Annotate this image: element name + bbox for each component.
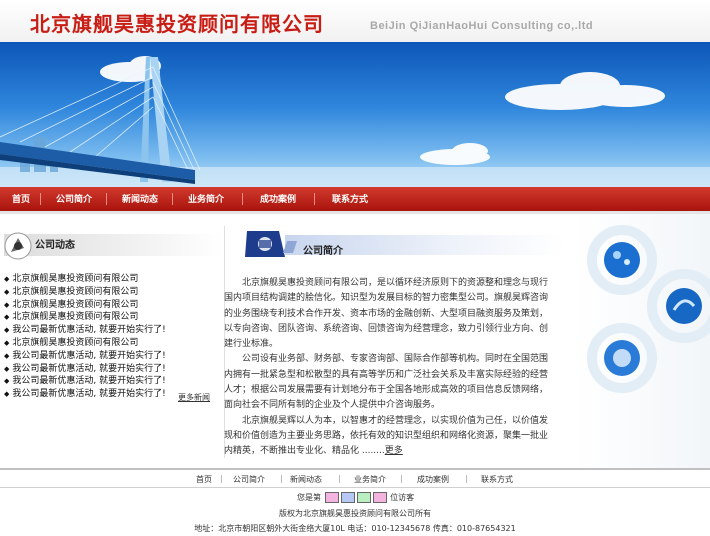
visitor-counter: 您是第 位访客: [297, 492, 414, 503]
footer-link-contact[interactable]: 联系方式: [481, 474, 513, 485]
bullet-icon: ◆: [4, 275, 10, 283]
nav-item-news[interactable]: 新闻动态: [122, 192, 158, 205]
more-news-link[interactable]: 更多新闻: [178, 392, 210, 403]
news-item-label: 我公司最新优惠活动, 就要开始实行了!: [12, 376, 166, 387]
news-item[interactable]: ◆ 北京旗舰昊惠投资顾问有限公司: [4, 284, 138, 297]
header: 北京旗舰昊惠投资顾问有限公司 BeiJin QiJianHaoHui Consu…: [0, 0, 710, 42]
bullet-icon: ◆: [4, 326, 10, 335]
bridge-sky-illustration: [0, 56, 710, 187]
bullet-icon: ◆: [4, 300, 10, 309]
footer-link-cases[interactable]: 成功案例: [417, 474, 449, 485]
about-paragraph: 公司设有业务部、财务部、专家咨询部、国际合作部等机构。同时在全国范围内拥有一批紧…: [224, 354, 549, 411]
footer-separator: |: [465, 474, 468, 483]
news-title: 公司动态: [35, 240, 75, 251]
news-item[interactable]: ◆ 我公司最新优惠活动, 就要开始实行了!: [4, 322, 166, 335]
bubble-decoration: [587, 225, 710, 393]
news-item-label: 北京旗舰昊惠投资顾问有限公司: [12, 286, 139, 297]
footer-separator: |: [220, 474, 223, 483]
news-item[interactable]: ◆ 北京旗舰昊惠投资顾问有限公司: [4, 271, 138, 284]
bullet-icon: ◆: [4, 390, 10, 399]
about-title: 公司简介: [303, 246, 343, 257]
nav-divider: [106, 193, 107, 205]
bullet-icon: ◆: [4, 339, 10, 347]
visitor-counter-suffix: 位访客: [390, 493, 415, 502]
news-item[interactable]: ◆ 北京旗舰昊惠投资顾问有限公司: [4, 297, 138, 310]
news-item[interactable]: ◆ 北京旗舰昊惠投资顾问有限公司: [4, 335, 138, 348]
footer-separator: |: [400, 474, 403, 483]
news-item-label: 北京旗舰昊惠投资顾问有限公司: [12, 312, 139, 323]
visitor-counter-prefix: 您是第: [297, 493, 321, 502]
bullet-icon: ◆: [4, 351, 10, 360]
counter-digit-icon: [356, 492, 371, 503]
news-item[interactable]: ◆ 北京旗舰昊惠投资顾问有限公司: [4, 309, 138, 322]
main-nav: 首页 公司简介 新闻动态 业务简介 成功案例 联系方式: [0, 187, 710, 211]
about-paragraph: 北京旗舰昊辉以人为本，以智惠才的经营理念，以实现价值为己任，以价值发现和价值创造…: [224, 414, 554, 460]
news-item-label: 北京旗舰昊惠投资顾问有限公司: [12, 338, 139, 348]
footer-link-news[interactable]: 新闻动态: [290, 474, 322, 485]
news-item-label: 我公司最新优惠活动, 就要开始实行了!: [12, 389, 166, 400]
company-logo-chinese[interactable]: 北京旗舰昊惠投资顾问有限公司: [30, 8, 324, 37]
footer-link-about[interactable]: 公司简介: [233, 474, 265, 485]
nav-item-home[interactable]: 首页: [12, 192, 30, 205]
company-logo-english: BeiJin QiJianHaoHui Consulting co,.ltd: [370, 20, 594, 32]
bullet-icon: ◆: [4, 377, 10, 386]
nav-item-contact[interactable]: 联系方式: [332, 192, 368, 205]
footer-divider: [0, 468, 710, 470]
news-item[interactable]: ◆ 我公司最新优惠活动, 就要开始实行了!: [4, 361, 166, 374]
news-item[interactable]: ◆ 我公司最新优惠活动, 就要开始实行了!: [4, 386, 166, 399]
counter-digit-icon: [324, 492, 339, 503]
about-paragraph: 北京旗舰昊惠投资顾问有限公司，是以循环经济原则下的资源整和理念与现行国内项目结构…: [224, 278, 549, 350]
counter-digit-icon: [372, 492, 387, 503]
banner-image: [0, 42, 710, 187]
nav-divider: [314, 193, 315, 205]
footer-nav: 首页 | 公司简介 | 新闻动态 | 业务简介 | 成功案例 | 联系方式: [0, 472, 710, 486]
bullet-icon: ◆: [4, 313, 10, 322]
nav-item-about[interactable]: 公司简介: [56, 192, 92, 205]
news-item-label: 北京旗舰昊惠投资顾问有限公司: [12, 274, 139, 284]
nav-divider: [172, 193, 173, 205]
copyright-text: 版权为北京旗舰昊惠投资顾问有限公司所有: [279, 509, 431, 518]
decorative-right-panel: [574, 214, 710, 468]
about-content: 北京旗舰昊惠投资顾问有限公司，是以循环经济原则下的资源整和理念与现行国内项目结构…: [224, 276, 554, 460]
footer-separator: |: [280, 474, 283, 483]
footer-link-business[interactable]: 业务简介: [354, 474, 386, 485]
footer-separator: |: [338, 474, 341, 483]
counter-digit-icon: [340, 492, 355, 503]
address-text: 地址：北京市朝阳区朝外大街金络大厦10L 电话：010-12345678 传真：…: [194, 524, 516, 533]
bullet-icon: ◆: [4, 287, 10, 296]
news-item[interactable]: ◆ 我公司最新优惠活动, 就要开始实行了!: [4, 348, 166, 361]
footer-divider: [0, 487, 710, 488]
page: 北京旗舰昊惠投资顾问有限公司 BeiJin QiJianHaoHui Consu…: [0, 0, 710, 536]
footer-link-home[interactable]: 首页: [196, 474, 212, 485]
nav-item-business[interactable]: 业务简介: [188, 192, 224, 205]
nav-divider: [40, 193, 41, 205]
news-item-label: 我公司最新优惠活动, 就要开始实行了!: [12, 363, 166, 374]
nav-item-cases[interactable]: 成功案例: [260, 192, 296, 205]
about-heading-graphic: [245, 231, 565, 257]
news-item-label: 我公司最新优惠活动, 就要开始实行了!: [12, 325, 166, 336]
nav-divider: [242, 193, 243, 205]
bullet-icon: ◆: [4, 364, 10, 373]
news-item-label: 我公司最新优惠活动, 就要开始实行了!: [12, 350, 166, 361]
news-item[interactable]: ◆ 我公司最新优惠活动, 就要开始实行了!: [4, 373, 166, 386]
news-item-label: 北京旗舰昊惠投资顾问有限公司: [12, 299, 139, 310]
about-more-link[interactable]: 更多: [385, 446, 403, 456]
